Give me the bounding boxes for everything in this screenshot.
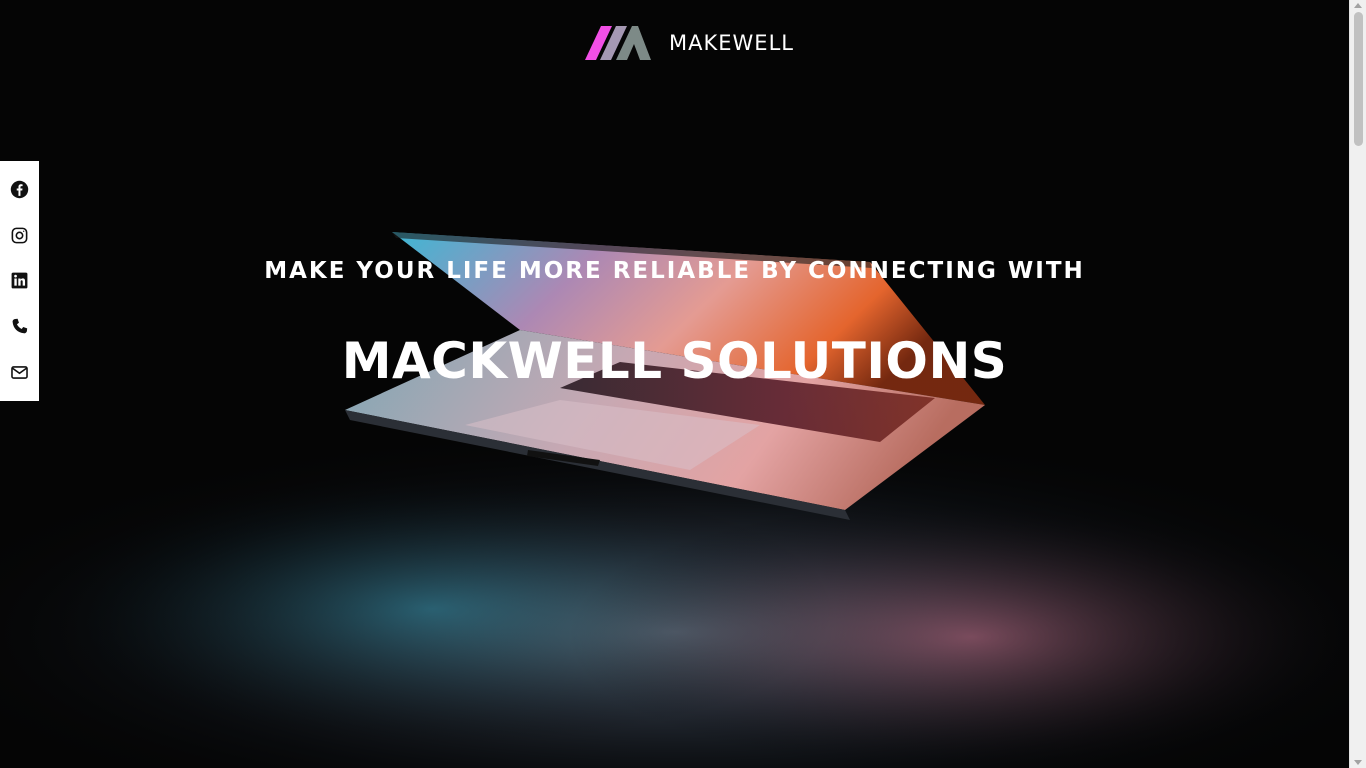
instagram-icon	[11, 227, 28, 244]
instagram-link[interactable]	[0, 215, 39, 255]
hero-section: MAKEWELL MAKE YOUR LIFE MORE RELIABLE BY…	[0, 0, 1349, 768]
phone-icon	[12, 318, 28, 334]
hero-headline: MACKWELL SOLUTIONS	[341, 332, 1008, 390]
site-header: MAKEWELL	[0, 0, 1349, 86]
linkedin-icon	[11, 273, 28, 289]
facebook-icon	[10, 181, 29, 199]
linkedin-link[interactable]	[0, 261, 39, 301]
facebook-link[interactable]	[0, 170, 39, 210]
mail-icon	[11, 365, 28, 379]
makewell-logo-mark-icon	[585, 26, 652, 60]
brand-name: MAKEWELL	[669, 31, 794, 55]
social-sidebar	[0, 161, 39, 401]
brand-logo[interactable]: MAKEWELL	[585, 26, 794, 60]
scroll-up-arrow-icon[interactable]	[1354, 3, 1362, 8]
mail-link[interactable]	[0, 352, 39, 392]
scrollbar-thumb[interactable]	[1354, 12, 1363, 146]
page-scrollbar[interactable]	[1349, 0, 1366, 768]
scroll-down-arrow-icon[interactable]	[1354, 760, 1362, 765]
phone-link[interactable]	[0, 307, 39, 347]
hero-tagline: MAKE YOUR LIFE MORE RELIABLE BY CONNECTI…	[264, 258, 1085, 284]
